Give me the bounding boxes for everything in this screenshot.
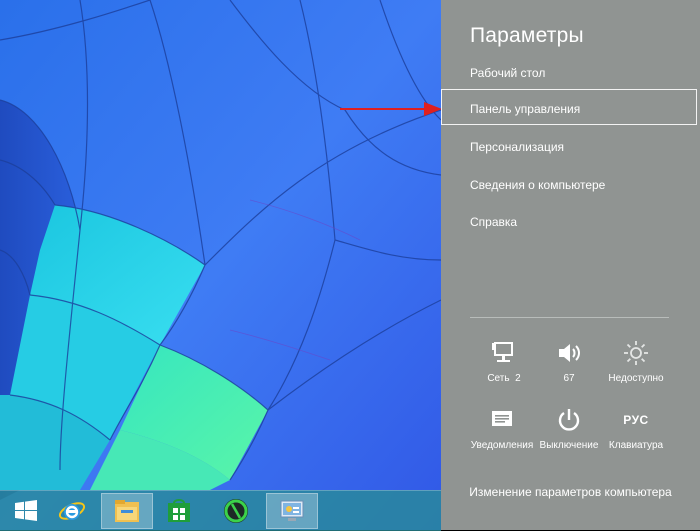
tile-brightness-label: Недоступно — [608, 373, 664, 384]
taskbar-control-panel[interactable] — [266, 493, 318, 529]
volume-icon — [559, 344, 580, 362]
start-button[interactable] — [0, 493, 52, 529]
red-arrow-annotation — [340, 102, 442, 116]
control-panel-icon — [280, 500, 304, 521]
tile-network-value: 2 — [515, 373, 521, 384]
tile-brightness[interactable]: Недоступно — [596, 339, 676, 384]
notifications-icon — [492, 411, 512, 426]
menu-item-control-panel[interactable]: Панель управления — [470, 102, 580, 116]
power-icon — [558, 409, 580, 431]
tile-keyboard[interactable]: РУС Клавиатура — [596, 406, 676, 451]
settings-charm-panel: Параметры Рабочий стол Панель управления… — [441, 0, 700, 530]
store-icon — [168, 499, 190, 522]
green-circle-app-icon — [224, 499, 248, 523]
change-pc-settings-link[interactable]: Изменение параметров компьютера — [441, 485, 700, 499]
charm-title: Параметры — [470, 24, 584, 47]
charm-divider — [470, 317, 669, 318]
taskbar-green-app[interactable] — [210, 493, 262, 529]
taskbar-store[interactable] — [153, 493, 205, 529]
taskbar — [0, 490, 441, 531]
menu-item-pc-info[interactable]: Сведения о компьютере — [470, 178, 605, 192]
taskbar-file-explorer[interactable] — [101, 493, 153, 529]
tile-keyboard-label: Клавиатура — [608, 440, 664, 451]
menu-item-help[interactable]: Справка — [470, 215, 517, 229]
taskbar-internet-explorer[interactable] — [46, 493, 98, 529]
brightness-icon — [624, 341, 648, 365]
windows-start-icon — [15, 500, 37, 521]
menu-item-desktop[interactable]: Рабочий стол — [470, 66, 545, 80]
tile-network-label: Сеть — [487, 373, 510, 384]
keyboard-icon: РУС — [623, 413, 649, 427]
internet-explorer-icon — [58, 502, 86, 520]
menu-item-personalization[interactable]: Персонализация — [470, 140, 564, 154]
hot-air-balloon-wallpaper — [0, 0, 441, 530]
file-explorer-icon — [115, 500, 139, 522]
network-icon — [492, 342, 513, 362]
desktop-wallpaper — [0, 0, 441, 530]
